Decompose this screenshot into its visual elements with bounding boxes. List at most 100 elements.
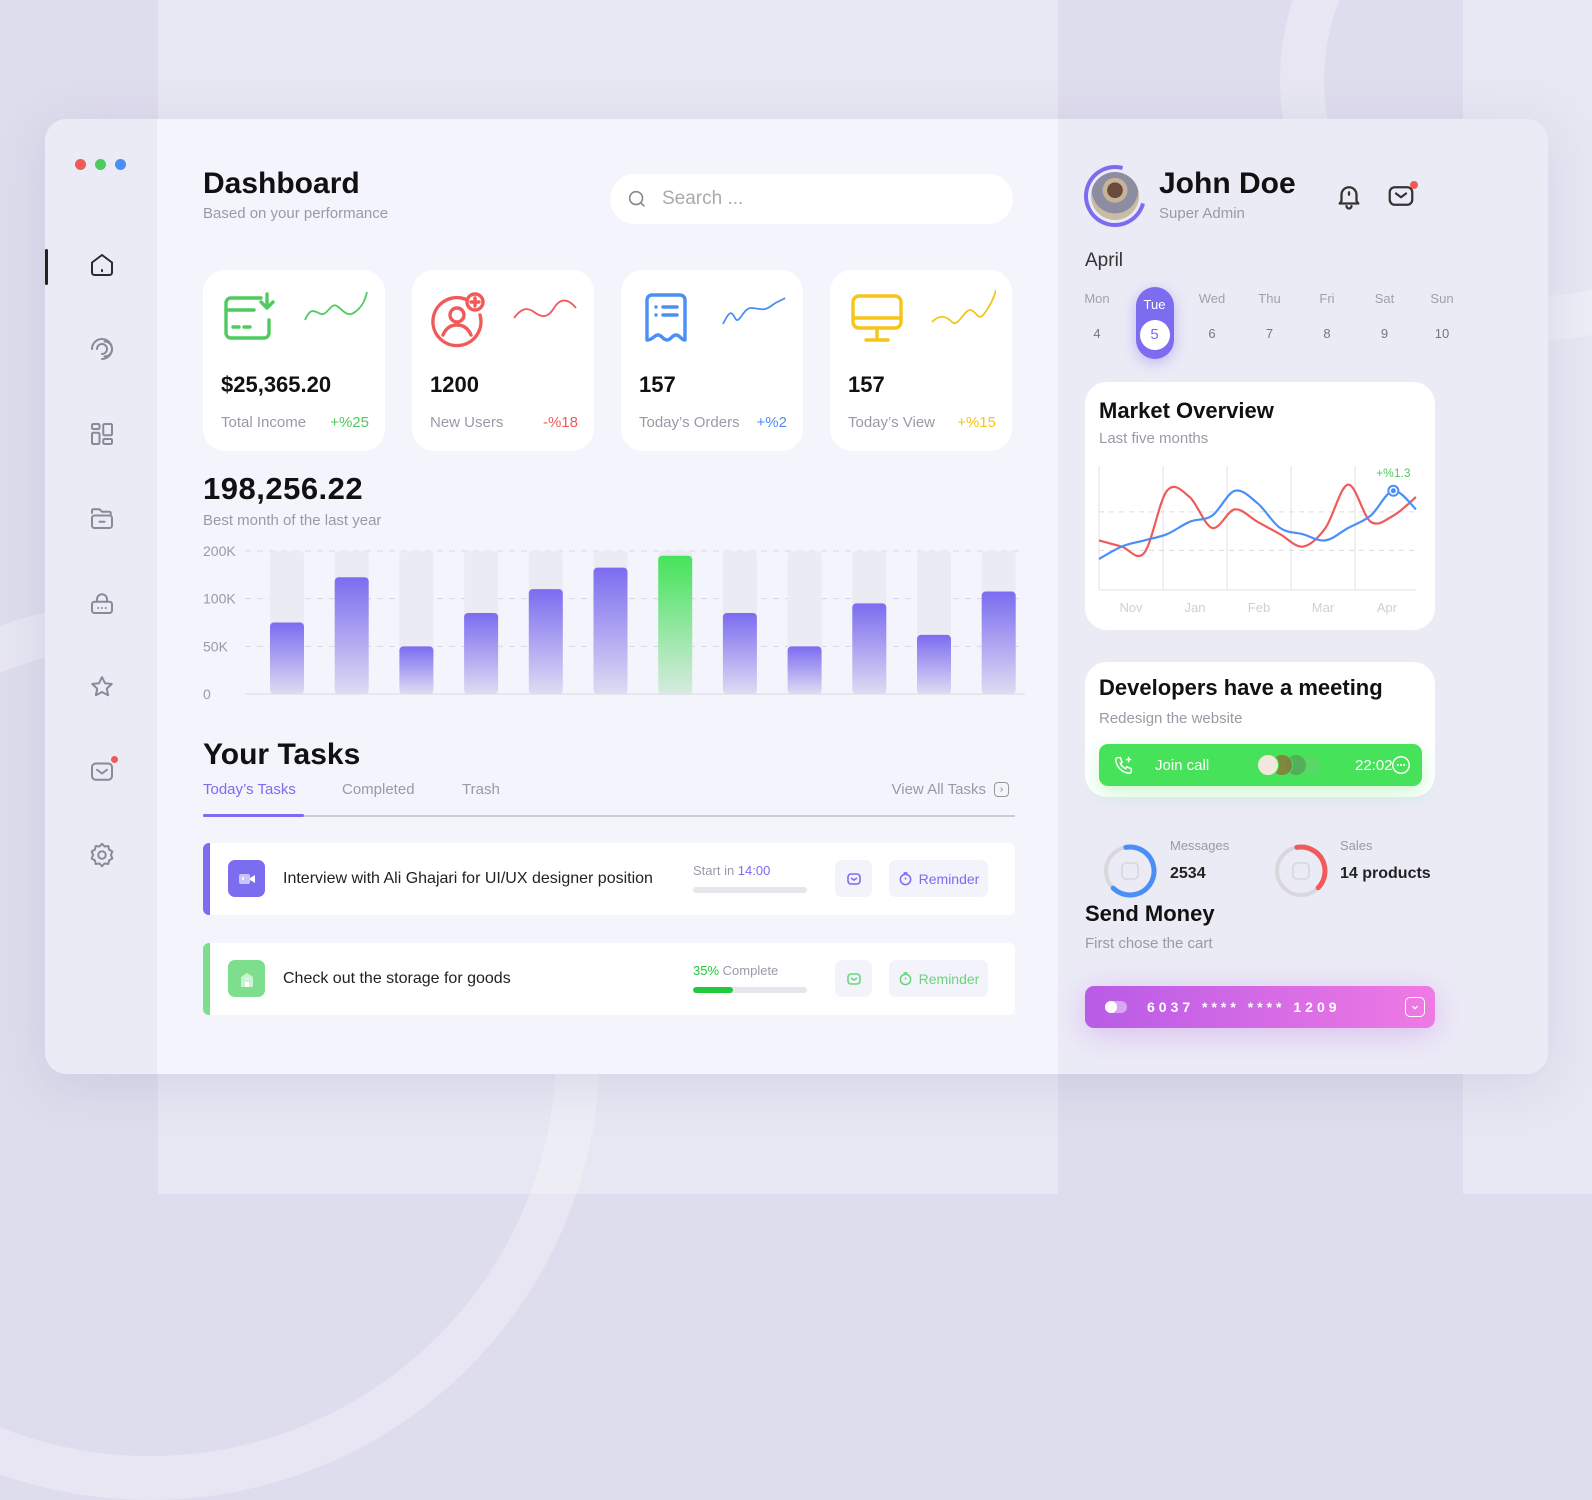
card-number: 6037 **** **** 1209 (1147, 999, 1341, 1015)
sidebar-item-folder[interactable] (82, 498, 122, 538)
profile-role: Super Admin (1159, 205, 1245, 222)
stat-change: +%15 (957, 414, 996, 431)
sidebar-item-analytics[interactable] (82, 329, 122, 369)
monitor-icon (848, 290, 906, 348)
message-button[interactable] (835, 960, 872, 997)
card-selector[interactable]: 6037 **** **** 1209 (1085, 986, 1435, 1028)
sidebar-item-home[interactable] (82, 245, 122, 285)
chevron-down-icon[interactable] (1405, 997, 1425, 1017)
mail-icon (846, 972, 861, 985)
stat-card-todays-view[interactable]: 157 Today’s View +%15 (830, 270, 1012, 451)
day-date: 4 (1093, 326, 1101, 341)
view-all-label: View All Tasks (891, 781, 987, 798)
task-item[interactable]: Check out the storage for goods 35% Comp… (203, 943, 1015, 1015)
participant-avatar (1257, 754, 1279, 776)
task-item[interactable]: Interview with Ali Ghajari for UI/UX des… (203, 843, 1015, 915)
gear-icon (90, 842, 114, 868)
calendar-day[interactable]: Tue 5 (1135, 287, 1174, 359)
market-line-chart: Nov Jan Feb Mar Apr +%1.3 (1098, 466, 1417, 615)
ring-value: 14 products (1340, 865, 1431, 882)
bar[interactable] (658, 555, 693, 694)
day-date: 8 (1323, 326, 1331, 341)
tasks-title: Your Tasks (203, 738, 361, 771)
calendar-day[interactable]: Sat 9 (1366, 287, 1404, 341)
sidebar-item-apps[interactable] (82, 414, 122, 454)
join-call-button[interactable]: Join call 22:02 (1099, 744, 1422, 786)
storage-icon (228, 960, 265, 997)
calendar-day[interactable]: Wed 6 (1193, 287, 1231, 341)
bar[interactable] (464, 612, 499, 694)
x-tick-label: Feb (1248, 600, 1270, 615)
calendar-day[interactable]: Mon 4 (1078, 287, 1116, 341)
search-input[interactable] (662, 188, 982, 210)
bar[interactable] (593, 567, 628, 694)
profile-photo (1091, 172, 1139, 220)
ring-label: Messages (1170, 838, 1230, 853)
series-line-red (1098, 483, 1417, 558)
view-all-tasks-link[interactable]: View All Tasks › (891, 781, 1009, 798)
sparkline (930, 288, 997, 328)
page-title: Dashboard (203, 167, 360, 200)
messages-button[interactable] (1386, 181, 1418, 211)
bar[interactable] (334, 577, 369, 694)
calendar-day[interactable]: Fri 8 (1308, 287, 1346, 341)
message-button[interactable] (835, 860, 872, 897)
task-color-stripe (203, 843, 210, 915)
calendar-day[interactable]: Thu 7 (1251, 287, 1289, 341)
search-bar[interactable] (610, 174, 1013, 224)
bar[interactable] (981, 591, 1016, 694)
card-toggle[interactable] (1105, 1001, 1127, 1013)
minimize-dot[interactable] (95, 159, 106, 170)
stat-card-total-income[interactable]: $25,365.20 Total Income +%25 (203, 270, 385, 451)
bar[interactable] (722, 612, 757, 694)
bar[interactable] (917, 634, 951, 694)
task-title: Interview with Ali Ghajari for UI/UX des… (283, 870, 653, 887)
search-icon (628, 190, 645, 207)
bar[interactable] (787, 646, 822, 694)
task-progress-bar (693, 987, 807, 993)
more-icon[interactable] (1390, 754, 1412, 776)
x-tick-label: Nov (1119, 600, 1143, 615)
meeting-time: 22:02 (1355, 756, 1393, 774)
sidebar-item-lock[interactable] (82, 583, 122, 623)
status-prefix: Start in (693, 863, 738, 878)
best-month-value: 198,256.22 (203, 471, 364, 506)
stat-card-new-users[interactable]: 1200 New Users -%18 (412, 270, 594, 451)
bar[interactable] (528, 589, 563, 694)
user-add-icon (430, 290, 488, 348)
stat-value: 157 (639, 372, 676, 397)
highlight-point-core (1390, 488, 1396, 494)
bar[interactable] (270, 622, 304, 695)
stat-label: New Users (430, 414, 504, 431)
tab-trash[interactable]: Trash (462, 781, 500, 798)
reminder-label: Reminder (918, 870, 980, 887)
app-window: Dashboard Based on your performance $25,… (45, 119, 1548, 1074)
sidebar-item-messages[interactable] (82, 751, 122, 791)
maximize-dot[interactable] (115, 159, 126, 170)
home-icon (91, 254, 113, 276)
star-icon (91, 676, 113, 697)
task-title: Check out the storage for goods (283, 970, 511, 987)
basket-icon (1292, 862, 1310, 880)
status-suffix: Complete (719, 963, 779, 978)
x-tick-label: Apr (1377, 600, 1398, 615)
sparkline (512, 288, 578, 328)
bar[interactable] (399, 646, 434, 694)
chevron-right-icon: › (994, 782, 1009, 797)
stat-card-todays-orders[interactable]: 157 Today’s Orders +%2 (621, 270, 803, 451)
bar[interactable] (852, 603, 887, 694)
sidebar-item-favorites[interactable] (82, 667, 122, 707)
reminder-button[interactable]: Reminder (889, 860, 988, 897)
meeting-card: Developers have a meeting Redesign the w… (1085, 662, 1435, 797)
status-time: 14:00 (737, 863, 771, 878)
calendar-day[interactable]: Sun 10 (1423, 287, 1461, 341)
close-dot[interactable] (75, 159, 86, 170)
reminder-button[interactable]: Reminder (889, 960, 988, 997)
notifications-button[interactable] (1334, 181, 1364, 211)
avatar[interactable] (1072, 153, 1158, 239)
sidebar-item-settings[interactable] (82, 835, 122, 875)
y-tick-label: 200K (203, 543, 236, 559)
tab-completed[interactable]: Completed (342, 781, 415, 798)
send-money-title: Send Money (1085, 901, 1215, 926)
tab-todays-tasks[interactable]: Today’s Tasks (203, 781, 296, 798)
